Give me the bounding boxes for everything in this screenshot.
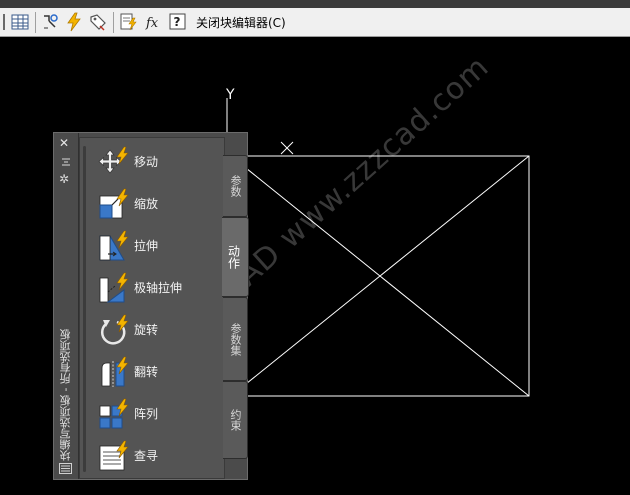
lightning-icon[interactable]: [64, 12, 84, 32]
tool-flip[interactable]: 翻转: [98, 354, 218, 390]
toolbar-grip-icon: [2, 12, 6, 32]
tool-stretch[interactable]: 拉伸: [98, 228, 218, 264]
tab-label: 动作: [226, 245, 241, 269]
tab-label: 参数: [229, 175, 242, 197]
rotate-action-icon: [101, 314, 129, 345]
tab-label: 约束: [229, 409, 242, 431]
palette-title: 块编写选项板 - 所有选项板: [59, 329, 72, 461]
tool-label: 翻转: [134, 365, 159, 379]
tool-label: 拉伸: [134, 239, 159, 253]
tool-lookup[interactable]: 查寻: [98, 438, 218, 474]
tool-label: 旋转: [134, 323, 159, 337]
palette-title-bar[interactable]: ✕ ✲ 块编写选项板 - 所有选项板: [54, 133, 79, 479]
ucs-y-label: Y: [226, 87, 235, 103]
test-block-icon[interactable]: [118, 12, 138, 32]
properties-gear-icon[interactable]: ✲: [59, 173, 69, 185]
help-icon[interactable]: ?: [168, 12, 188, 32]
tool-label: 缩放: [134, 197, 159, 211]
scale-action-icon: [99, 188, 129, 219]
tag-icon[interactable]: [88, 12, 108, 32]
tab-parameter-sets[interactable]: 参数集: [223, 297, 248, 381]
close-icon[interactable]: ✕: [59, 137, 69, 149]
tool-scale[interactable]: 缩放: [98, 186, 218, 222]
tool-move[interactable]: 移动: [98, 144, 218, 180]
array-action-icon: [99, 398, 129, 429]
tab-actions[interactable]: 动作: [222, 217, 249, 297]
close-block-editor-button[interactable]: 关闭块编辑器(C): [196, 16, 286, 30]
palette-menu-icon[interactable]: [59, 463, 72, 474]
tab-constraints[interactable]: 约束: [223, 381, 248, 459]
flip-action-icon: [101, 356, 129, 387]
tool-label: 阵列: [134, 407, 159, 421]
tab-parameters[interactable]: 参数: [223, 155, 248, 217]
stretch-action-icon: [99, 230, 129, 261]
palette-tool-list: 移动 缩放 拉伸 极轴拉伸 旋转 翻转 阵列 查寻: [79, 137, 225, 479]
toolbar-separator: [35, 12, 36, 33]
svg-text:fx: fx: [145, 16, 159, 31]
auto-hide-icon[interactable]: [60, 157, 72, 167]
toolbar-separator: [113, 12, 114, 33]
block-editor-toolbar: fx ? 关闭块编辑器(C): [0, 8, 630, 37]
tool-rotate[interactable]: 旋转: [98, 312, 218, 348]
table-icon[interactable]: [10, 12, 30, 32]
palette-scrollbar[interactable]: [83, 146, 86, 472]
rebuild-icon[interactable]: [40, 12, 60, 32]
tool-label: 查寻: [134, 449, 159, 463]
move-action-icon: [98, 146, 129, 174]
tool-label: 极轴拉伸: [134, 281, 183, 295]
polar-stretch-action-icon: [99, 272, 129, 303]
function-icon[interactable]: fx: [143, 12, 163, 32]
tool-array[interactable]: 阵列: [98, 396, 218, 432]
block-authoring-palette: ✕ ✲ 块编写选项板 - 所有选项板 移动 缩放 拉伸 极轴拉伸 旋转 翻转 阵…: [53, 132, 249, 480]
tab-label: 参数集: [229, 322, 242, 356]
tool-label: 移动: [134, 155, 159, 169]
tool-polar-stretch[interactable]: 极轴拉伸: [98, 270, 218, 306]
svg-text:?: ?: [174, 15, 181, 29]
lookup-action-icon: [99, 440, 129, 471]
window-top-strip: [0, 0, 630, 8]
